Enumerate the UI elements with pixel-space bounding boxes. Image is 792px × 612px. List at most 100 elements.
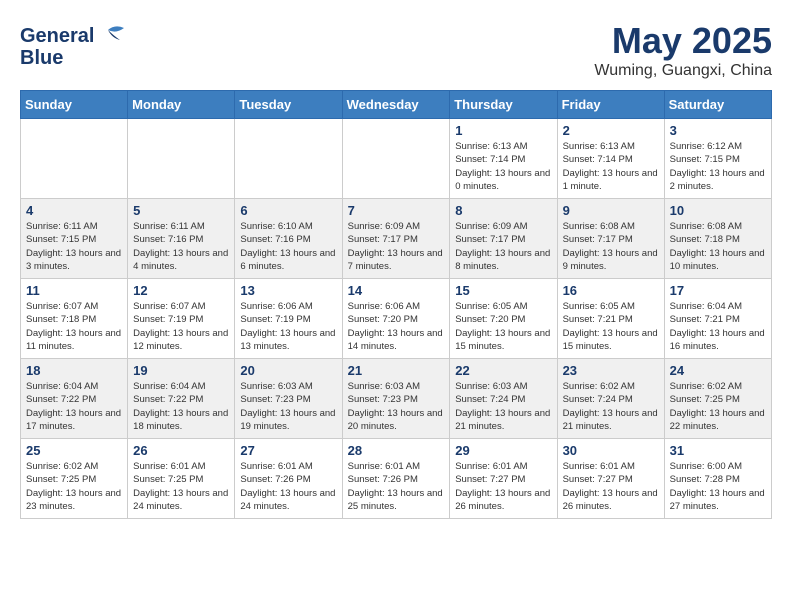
day-number: 29 xyxy=(455,443,551,458)
calendar-cell: 19Sunrise: 6:04 AMSunset: 7:22 PMDayligh… xyxy=(128,359,235,439)
calendar-cell: 14 Sunrise: 6:06 AMSunset: 7:20 PMDayligh… xyxy=(342,279,450,359)
day-info: Sunrise: 6:00 AMSunset: 7:28 PMDaylight:… xyxy=(670,460,766,513)
day-number: 23 xyxy=(563,363,659,378)
calendar-week-4: 18 Sunrise: 6:04 AMSunset: 7:22 PMDayligh… xyxy=(21,359,772,439)
calendar-cell: 8Sunrise: 6:09 AMSunset: 7:17 PMDaylight… xyxy=(450,199,557,279)
day-number: 24 xyxy=(670,363,766,378)
day-info: Sunrise: 6:01 AMSunset: 7:27 PMDaylight:… xyxy=(563,460,659,513)
calendar-cell xyxy=(342,119,450,199)
day-info: Sunrise: 6:04 AMSunset: 7:22 PMDaylight:… xyxy=(26,380,122,433)
day-info: Sunrise: 6:13 AMSunset: 7:14 PMDaylight:… xyxy=(455,140,551,193)
day-info: Sunrise: 6:06 AMSunset: 7:19 PMDaylight:… xyxy=(240,300,336,353)
day-info: Sunrise: 6:08 AMSunset: 7:18 PMDaylight:… xyxy=(670,220,766,273)
day-number: 28 xyxy=(348,443,445,458)
calendar-cell: 16Sunrise: 6:05 AMSunset: 7:21 PMDayligh… xyxy=(557,279,664,359)
calendar-cell: 24 Sunrise: 6:02 AMSunset: 7:25 PMDayligh… xyxy=(664,359,771,439)
calendar-cell: 27 Sunrise: 6:01 AMSunset: 7:26 PMDayligh… xyxy=(235,439,342,519)
day-info: Sunrise: 6:04 AMSunset: 7:22 PMDaylight:… xyxy=(133,380,229,433)
svg-text:General: General xyxy=(20,25,94,47)
day-info: Sunrise: 6:02 AMSunset: 7:25 PMDaylight:… xyxy=(26,460,122,513)
calendar-cell: 15 Sunrise: 6:05 AMSunset: 7:20 PMDayligh… xyxy=(450,279,557,359)
day-number: 31 xyxy=(670,443,766,458)
day-info: Sunrise: 6:05 AMSunset: 7:20 PMDaylight:… xyxy=(455,300,551,353)
day-number: 11 xyxy=(26,283,122,298)
calendar-cell: 23Sunrise: 6:02 AMSunset: 7:24 PMDayligh… xyxy=(557,359,664,439)
calendar-week-1: 1 Sunrise: 6:13 AMSunset: 7:14 PMDaylight… xyxy=(21,119,772,199)
day-info: Sunrise: 6:03 AMSunset: 7:23 PMDaylight:… xyxy=(240,380,336,433)
page-header: General Blue May 2025 Wuming, Guangxi, C… xyxy=(20,20,772,80)
calendar-week-2: 4 Sunrise: 6:11 AMSunset: 7:15 PMDaylight… xyxy=(21,199,772,279)
day-number: 18 xyxy=(26,363,122,378)
calendar-cell: 12Sunrise: 6:07 AMSunset: 7:19 PMDayligh… xyxy=(128,279,235,359)
day-number: 30 xyxy=(563,443,659,458)
calendar-cell: 17Sunrise: 6:04 AMSunset: 7:21 PMDayligh… xyxy=(664,279,771,359)
day-number: 20 xyxy=(240,363,336,378)
calendar-cell: 7Sunrise: 6:09 AMSunset: 7:17 PMDaylight… xyxy=(342,199,450,279)
weekday-header-sunday: Sunday xyxy=(21,91,128,119)
day-info: Sunrise: 6:06 AMSunset: 7:20 PMDaylight:… xyxy=(348,300,445,353)
day-number: 10 xyxy=(670,203,766,218)
day-number: 1 xyxy=(455,123,551,138)
location: Wuming, Guangxi, China xyxy=(594,62,772,80)
logo-icon: General Blue xyxy=(20,20,130,70)
day-info: Sunrise: 6:05 AMSunset: 7:21 PMDaylight:… xyxy=(563,300,659,353)
day-info: Sunrise: 6:01 AMSunset: 7:26 PMDaylight:… xyxy=(240,460,336,513)
day-info: Sunrise: 6:11 AMSunset: 7:16 PMDaylight:… xyxy=(133,220,229,273)
day-number: 26 xyxy=(133,443,229,458)
day-number: 4 xyxy=(26,203,122,218)
day-info: Sunrise: 6:07 AMSunset: 7:18 PMDaylight:… xyxy=(26,300,122,353)
svg-text:Blue: Blue xyxy=(20,47,63,69)
day-number: 27 xyxy=(240,443,336,458)
calendar-cell: 5 Sunrise: 6:11 AMSunset: 7:16 PMDaylight… xyxy=(128,199,235,279)
calendar-cell xyxy=(235,119,342,199)
calendar-cell: 31 Sunrise: 6:00 AMSunset: 7:28 PMDayligh… xyxy=(664,439,771,519)
day-number: 15 xyxy=(455,283,551,298)
day-number: 12 xyxy=(133,283,229,298)
day-number: 14 xyxy=(348,283,445,298)
day-info: Sunrise: 6:08 AMSunset: 7:17 PMDaylight:… xyxy=(563,220,659,273)
calendar-cell: 3 Sunrise: 6:12 AMSunset: 7:15 PMDaylight… xyxy=(664,119,771,199)
weekday-header-tuesday: Tuesday xyxy=(235,91,342,119)
day-number: 13 xyxy=(240,283,336,298)
calendar-cell: 30 Sunrise: 6:01 AMSunset: 7:27 PMDayligh… xyxy=(557,439,664,519)
calendar-cell: 18 Sunrise: 6:04 AMSunset: 7:22 PMDayligh… xyxy=(21,359,128,439)
weekday-header-saturday: Saturday xyxy=(664,91,771,119)
calendar-cell: 22 Sunrise: 6:03 AMSunset: 7:24 PMDayligh… xyxy=(450,359,557,439)
month-title: May 2025 xyxy=(594,20,772,62)
day-info: Sunrise: 6:11 AMSunset: 7:15 PMDaylight:… xyxy=(26,220,122,273)
day-number: 5 xyxy=(133,203,229,218)
day-number: 25 xyxy=(26,443,122,458)
day-info: Sunrise: 6:09 AMSunset: 7:17 PMDaylight:… xyxy=(348,220,445,273)
calendar-cell xyxy=(128,119,235,199)
day-info: Sunrise: 6:10 AMSunset: 7:16 PMDaylight:… xyxy=(240,220,336,273)
day-info: Sunrise: 6:03 AMSunset: 7:24 PMDaylight:… xyxy=(455,380,551,433)
calendar-cell: 6Sunrise: 6:10 AMSunset: 7:16 PMDaylight… xyxy=(235,199,342,279)
calendar-cell xyxy=(21,119,128,199)
day-info: Sunrise: 6:02 AMSunset: 7:25 PMDaylight:… xyxy=(670,380,766,433)
calendar-cell: 9Sunrise: 6:08 AMSunset: 7:17 PMDaylight… xyxy=(557,199,664,279)
calendar-cell: 25 Sunrise: 6:02 AMSunset: 7:25 PMDayligh… xyxy=(21,439,128,519)
day-info: Sunrise: 6:01 AMSunset: 7:27 PMDaylight:… xyxy=(455,460,551,513)
title-block: May 2025 Wuming, Guangxi, China xyxy=(594,20,772,80)
day-number: 22 xyxy=(455,363,551,378)
day-info: Sunrise: 6:03 AMSunset: 7:23 PMDaylight:… xyxy=(348,380,445,433)
day-info: Sunrise: 6:12 AMSunset: 7:15 PMDaylight:… xyxy=(670,140,766,193)
calendar-cell: 28Sunrise: 6:01 AMSunset: 7:26 PMDayligh… xyxy=(342,439,450,519)
calendar-week-3: 11 Sunrise: 6:07 AMSunset: 7:18 PMDayligh… xyxy=(21,279,772,359)
calendar-cell: 20 Sunrise: 6:03 AMSunset: 7:23 PMDayligh… xyxy=(235,359,342,439)
calendar-cell: 21 Sunrise: 6:03 AMSunset: 7:23 PMDayligh… xyxy=(342,359,450,439)
calendar-cell: 29 Sunrise: 6:01 AMSunset: 7:27 PMDayligh… xyxy=(450,439,557,519)
day-number: 8 xyxy=(455,203,551,218)
day-number: 2 xyxy=(563,123,659,138)
calendar-header-row: SundayMondayTuesdayWednesdayThursdayFrid… xyxy=(21,91,772,119)
day-number: 3 xyxy=(670,123,766,138)
calendar-week-5: 25 Sunrise: 6:02 AMSunset: 7:25 PMDayligh… xyxy=(21,439,772,519)
weekday-header-friday: Friday xyxy=(557,91,664,119)
calendar-cell: 11 Sunrise: 6:07 AMSunset: 7:18 PMDayligh… xyxy=(21,279,128,359)
calendar-cell: 4 Sunrise: 6:11 AMSunset: 7:15 PMDaylight… xyxy=(21,199,128,279)
day-number: 21 xyxy=(348,363,445,378)
day-info: Sunrise: 6:01 AMSunset: 7:25 PMDaylight:… xyxy=(133,460,229,513)
calendar-cell: 13 Sunrise: 6:06 AMSunset: 7:19 PMDayligh… xyxy=(235,279,342,359)
day-info: Sunrise: 6:04 AMSunset: 7:21 PMDaylight:… xyxy=(670,300,766,353)
calendar-table: SundayMondayTuesdayWednesdayThursdayFrid… xyxy=(20,90,772,519)
